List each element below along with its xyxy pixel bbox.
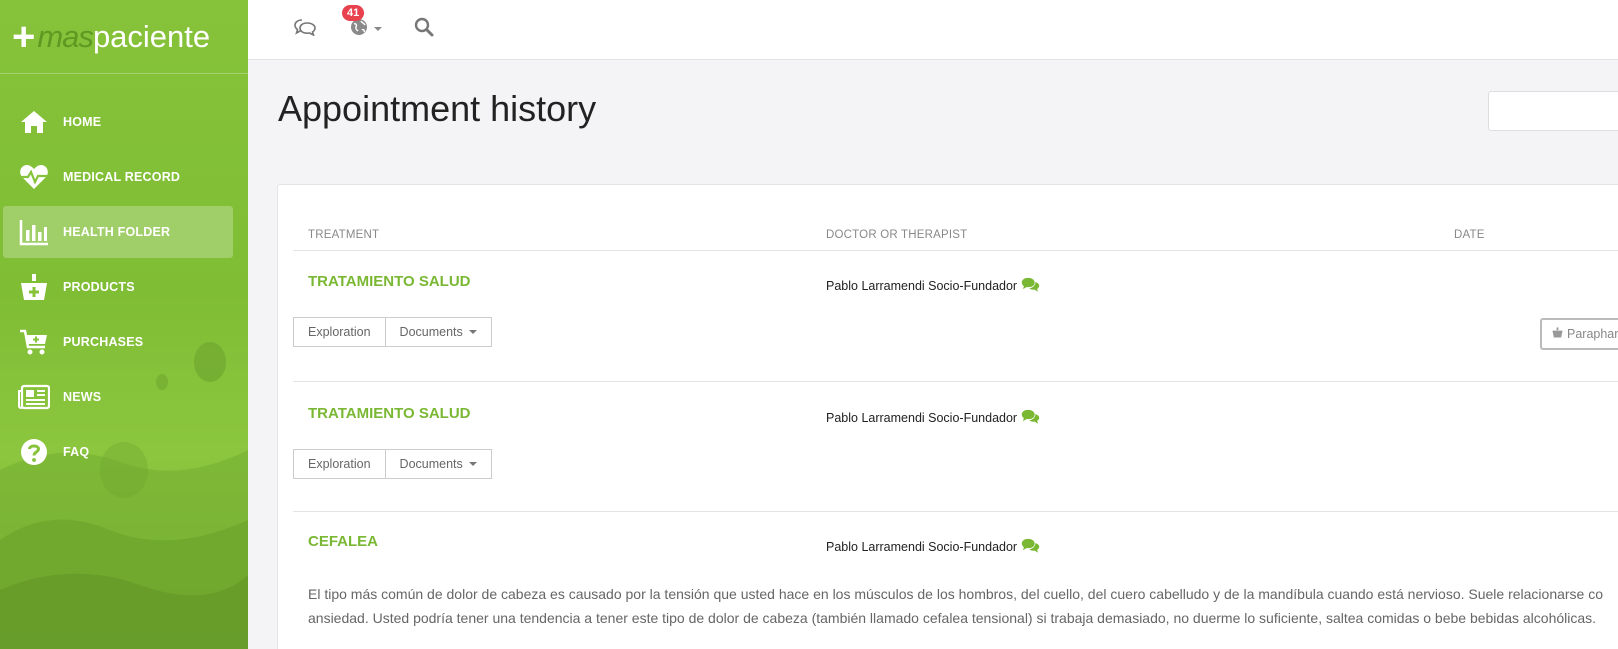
messages-button[interactable]	[294, 14, 316, 44]
sidebar-item-medical-record[interactable]: MEDICAL RECORD	[0, 151, 248, 203]
documents-dropdown[interactable]: Documents	[385, 449, 492, 479]
doctor-cell: Pablo Larramendi Socio-Fundador	[826, 409, 1040, 427]
bar-chart-icon	[18, 216, 50, 248]
chat-icon[interactable]	[1021, 538, 1040, 556]
sidebar: + mas paciente HOME MEDICAL RECORD HEALT…	[0, 0, 248, 649]
parapharmacy-button[interactable]: Paraphar	[1540, 318, 1618, 350]
chevron-down-icon	[468, 462, 477, 466]
brand-logo[interactable]: + mas paciente	[12, 14, 210, 60]
treatment-description: El tipo más común de dolor de cabeza es …	[308, 582, 1618, 630]
chat-icon[interactable]	[1021, 409, 1040, 427]
exploration-label: Exploration	[308, 457, 371, 471]
page-search-input[interactable]	[1488, 91, 1618, 131]
doctor-cell: Pablo Larramendi Socio-Fundador	[826, 277, 1040, 295]
sidebar-item-label: NEWS	[63, 390, 102, 404]
chat-icon	[294, 18, 316, 41]
basket-icon	[1552, 327, 1563, 341]
doctor-name: Pablo Larramendi Socio-Fundador	[826, 411, 1018, 425]
basket-icon	[18, 271, 50, 303]
sidebar-item-label: MEDICAL RECORD	[63, 170, 181, 184]
sidebar-item-label: PURCHASES	[63, 335, 144, 349]
sidebar-item-products[interactable]: PRODUCTS	[0, 261, 248, 313]
column-header-treatment[interactable]: TREATMENT	[308, 229, 379, 241]
sidebar-nav: HOME MEDICAL RECORD HEALTH FOLDER PRODUC…	[0, 96, 248, 481]
heartbeat-icon	[18, 161, 50, 193]
logo-divider	[0, 73, 248, 74]
home-icon	[18, 106, 50, 138]
documents-dropdown[interactable]: Documents	[385, 317, 492, 347]
description-line: ansiedad. Usted podría tener una tendenc…	[308, 610, 1597, 626]
logo-paciente: paciente	[92, 19, 211, 54]
documents-label: Documents	[399, 457, 463, 471]
column-header-doctor[interactable]: DOCTOR OR THERAPIST	[826, 229, 967, 241]
row-divider	[293, 511, 1618, 512]
doctor-name: Pablo Larramendi Socio-Fundador	[826, 279, 1018, 293]
cart-plus-icon	[18, 326, 50, 358]
sidebar-item-faq[interactable]: FAQ	[0, 426, 248, 478]
column-header-date[interactable]: DATE	[1454, 229, 1485, 241]
description-line: El tipo más común de dolor de cabeza es …	[308, 586, 1604, 602]
newspaper-icon	[18, 381, 50, 413]
doctor-cell: Pablo Larramendi Socio-Fundador	[826, 538, 1040, 556]
search-icon	[414, 17, 434, 42]
top-bar	[248, 0, 1618, 60]
sidebar-item-purchases[interactable]: PURCHASES	[0, 316, 248, 368]
doctor-name: Pablo Larramendi Socio-Fundador	[826, 540, 1018, 554]
documents-label: Documents	[399, 325, 463, 339]
logo-plus: +	[12, 15, 36, 59]
exploration-label: Exploration	[308, 325, 371, 339]
logo-mas: mas	[37, 19, 94, 54]
header-divider	[293, 250, 1618, 251]
sidebar-item-home[interactable]: HOME	[0, 96, 248, 148]
exploration-button[interactable]: Exploration	[293, 317, 386, 347]
treatment-link[interactable]: CEFALEA	[308, 533, 378, 550]
sidebar-item-news[interactable]: NEWS	[0, 371, 248, 423]
row-actions: Exploration Documents	[293, 317, 492, 347]
sidebar-item-label: HOME	[63, 115, 102, 129]
sidebar-item-label: HEALTH FOLDER	[63, 225, 171, 239]
treatment-link[interactable]: TRATAMIENTO SALUD	[308, 405, 471, 422]
exploration-button[interactable]: Exploration	[293, 449, 386, 479]
chevron-down-icon	[374, 27, 382, 31]
page-title: Appointment history	[278, 88, 597, 129]
parapharmacy-label: Paraphar	[1567, 327, 1618, 341]
chat-icon[interactable]	[1021, 277, 1040, 295]
row-actions: Exploration Documents	[293, 449, 492, 479]
row-divider	[293, 381, 1618, 382]
question-circle-icon	[18, 436, 50, 468]
sidebar-item-label: PRODUCTS	[63, 280, 135, 294]
search-button[interactable]	[414, 14, 434, 44]
sidebar-item-health-folder[interactable]: HEALTH FOLDER	[3, 206, 233, 258]
treatment-link[interactable]: TRATAMIENTO SALUD	[308, 273, 471, 290]
notification-badge: 41	[342, 5, 365, 21]
sidebar-item-label: FAQ	[63, 445, 90, 459]
chevron-down-icon	[468, 330, 477, 334]
